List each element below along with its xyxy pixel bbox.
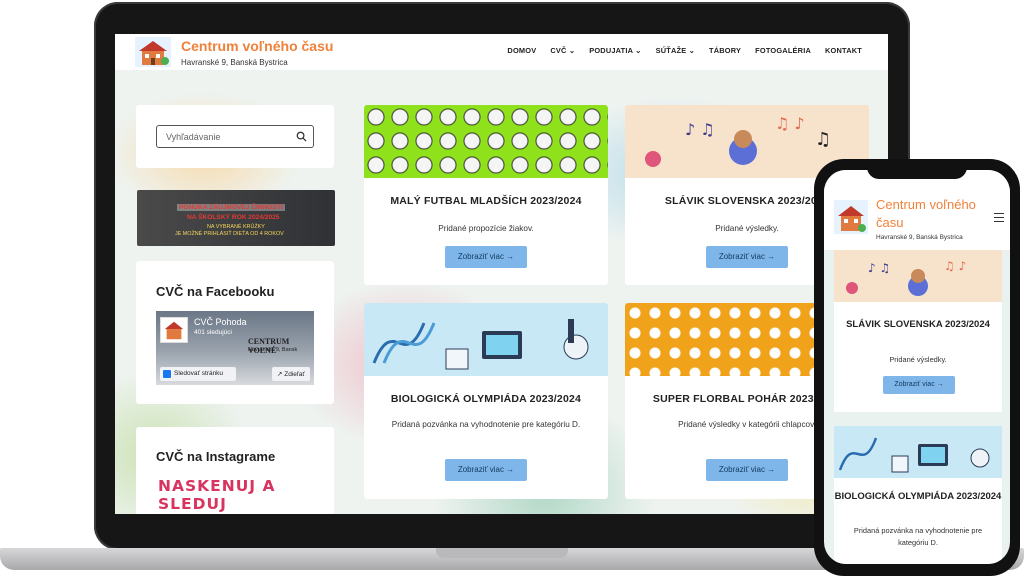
search-placeholder: Vyhľadávanie	[166, 132, 221, 142]
laptop-notch	[436, 548, 568, 558]
facebook-page-name[interactable]: CVČ Pohoda	[194, 317, 247, 327]
post-excerpt: Pridané výsledky.	[889, 355, 947, 364]
svg-text:♫ ♪: ♫ ♪	[944, 259, 966, 273]
nav-item-cvc[interactable]: CVČ ⌄	[550, 46, 575, 55]
phone-speaker-notch	[867, 163, 967, 179]
nav-item-kontakt[interactable]: KONTAKT	[825, 46, 862, 55]
house-logo-icon[interactable]	[834, 200, 868, 234]
read-more-button[interactable]: Zobraziť viac →	[445, 246, 527, 268]
site-title[interactable]: Centrum voľného času	[181, 38, 333, 54]
facebook-followers: 401 sledujúci	[194, 329, 232, 336]
phone-screen: Centrum voľného času Havranské 9, Banská…	[824, 170, 1010, 564]
site-address: Havranské 9, Banská Bystrica	[181, 58, 288, 67]
nav-item-podujatia[interactable]: PODUJATIA ⌄	[589, 46, 641, 55]
facebook-widget: CVČ na Facebooku CVČ Pohoda 401 sledujúc…	[136, 261, 334, 404]
house-logo-icon[interactable]	[135, 37, 171, 67]
biology-lab-image[interactable]	[834, 426, 1002, 478]
read-more-button[interactable]: Zobraziť viac →	[706, 246, 788, 268]
share-icon: ↗	[277, 371, 283, 378]
hamburger-menu-icon[interactable]	[994, 213, 1004, 222]
post-title[interactable]: SLÁVIK SLOVENSKA 2023/2024	[834, 318, 1002, 331]
biology-lab-image[interactable]	[364, 303, 608, 376]
facebook-page-card[interactable]: CVČ Pohoda 401 sledujúci CENTRUM VOĽNÉ H…	[156, 311, 314, 385]
music-singer-image[interactable]: ♪ ♫ ♫ ♪	[834, 250, 1002, 302]
svg-text:♪ ♫: ♪ ♫	[685, 120, 715, 139]
banner-line: JE MOŽNÉ PRIHLÁSIŤ DIEŤA OD 4 ROKOV	[175, 231, 284, 237]
mobile-site-address: Havranské 9, Banská Bystrica	[876, 234, 963, 241]
chevron-down-icon: ⌄	[568, 46, 576, 55]
post-excerpt: Pridané propozície žiakov.	[438, 224, 534, 233]
post-title[interactable]: BIOLOGICKÁ OLYMPIÁDA 2023/2024	[364, 393, 608, 405]
instagram-widget: CVČ na Instagrame NASKENUJ A SLEDUJ	[136, 427, 334, 514]
post-card: BIOLOGICKÁ OLYMPIÁDA 2023/2024 Pridaná p…	[364, 303, 608, 499]
facebook-widget-title: CVČ na Facebooku	[156, 284, 275, 299]
mobile-post-card: BIOLOGICKÁ OLYMPIÁDA 2023/2024 Pridaná p…	[834, 426, 1002, 564]
search-icon[interactable]	[296, 131, 307, 142]
search-input[interactable]: Vyhľadávanie	[156, 125, 314, 148]
football-pattern-image[interactable]	[364, 105, 608, 178]
search-widget: Vyhľadávanie	[136, 105, 334, 168]
nav-item-domov[interactable]: DOMOV	[507, 46, 536, 55]
svg-text:♪ ♫: ♪ ♫	[868, 261, 890, 275]
read-more-button[interactable]: Zobraziť viac →	[883, 376, 955, 394]
svg-text:♫ ♪: ♫ ♪	[775, 114, 805, 133]
nav-item-tabory[interactable]: TÁBORY	[709, 46, 741, 55]
chevron-down-icon: ⌄	[688, 46, 696, 55]
mobile-post-card: ♪ ♫ ♫ ♪ SLÁVIK SLOVENSKA 2023/2024 Prida…	[834, 250, 1002, 412]
read-more-button[interactable]: Zobraziť viac →	[445, 459, 527, 481]
instagram-scan-banner[interactable]: NASKENUJ A SLEDUJ	[158, 477, 334, 513]
activities-banner[interactable]: PONUKA ZÁUJMOVEJ ČINNOSTI NA ŠKOLSKÝ ROK…	[137, 190, 335, 246]
banner-line: NA ŠKOLSKÝ ROK 2024/2025	[187, 214, 280, 221]
share-button[interactable]: ↗ Zdieľať	[272, 367, 310, 381]
post-excerpt: Pridaná pozvánka na vyhodnotenie pre kat…	[853, 526, 983, 547]
page-avatar	[160, 317, 188, 343]
chevron-down-icon: ⌄	[635, 46, 642, 55]
laptop-screen: Centrum voľného času Havranské 9, Banská…	[115, 34, 888, 514]
post-card: MALÝ FUTBAL MLADŠÍCH 2023/2024 Pridané p…	[364, 105, 608, 285]
mobile-site-title[interactable]: Centrum voľného času	[876, 196, 976, 232]
instagram-widget-title: CVČ na Instagrame	[156, 449, 276, 464]
read-more-button[interactable]: Zobraziť viac →	[706, 459, 788, 481]
facebook-cover-subtitle: Havranské 9, Bansk	[248, 347, 298, 353]
nav-item-fotogaleria[interactable]: FOTOGALÉRIA	[755, 46, 811, 55]
mobile-header: Centrum voľného času Havranské 9, Banská…	[824, 170, 1010, 250]
follow-page-button[interactable]: Sledovať stránku	[160, 367, 236, 381]
post-title[interactable]: MALÝ FUTBAL MLADŠÍCH 2023/2024	[364, 195, 608, 207]
svg-text:♫: ♫	[815, 129, 831, 150]
facebook-icon	[163, 370, 171, 378]
site-header: Centrum voľného času Havranské 9, Banská…	[115, 34, 888, 70]
banner-line: PONUKA ZÁUJMOVEJ ČINNOSTI	[177, 204, 285, 211]
post-excerpt: Pridaná pozvánka na vyhodnotenie pre kat…	[391, 420, 581, 429]
main-nav: DOMOV CVČ ⌄ PODUJATIA ⌄ SÚŤAŽE ⌄ TÁBORY …	[507, 46, 862, 55]
nav-item-sutaze[interactable]: SÚŤAŽE ⌄	[656, 46, 695, 55]
post-title[interactable]: BIOLOGICKÁ OLYMPIÁDA 2023/2024	[834, 490, 1002, 503]
banner-line: NA VYBRANÉ KRÚŽKY	[207, 224, 265, 230]
